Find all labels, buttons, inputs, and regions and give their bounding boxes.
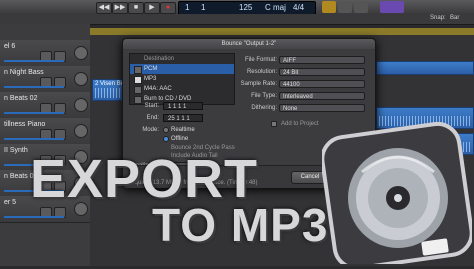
cpu-meter: [380, 1, 404, 13]
cycle-button[interactable]: [322, 1, 336, 13]
track-name: tillness Piano: [4, 121, 46, 128]
track-name: II Synth: [4, 147, 28, 154]
destination-mp3[interactable]: MP3: [130, 74, 234, 84]
track-name: el 6: [4, 43, 16, 50]
play-button[interactable]: ▶: [144, 2, 160, 14]
start-field[interactable]: 1 1 1 1: [163, 102, 203, 110]
audio-region[interactable]: [376, 61, 474, 75]
file-format-popup[interactable]: AIFF: [279, 56, 365, 64]
mode-label: Mode:: [142, 127, 159, 133]
destination-pcm[interactable]: PCM: [130, 64, 234, 74]
start-label: Start:: [144, 103, 159, 109]
stop-button[interactable]: ■: [128, 2, 144, 14]
lcd-display: 1 1 125 C maj 4/4: [178, 1, 316, 15]
volume-fader[interactable]: [4, 86, 64, 88]
snap-value[interactable]: Bar: [450, 15, 459, 21]
file-type-popup[interactable]: Interleaved: [279, 92, 365, 100]
tuner-button[interactable]: [338, 1, 352, 13]
offline-radio[interactable]: [163, 136, 169, 142]
sample-rate-popup[interactable]: 44100: [279, 80, 365, 88]
track-header[interactable]: el 6: [0, 40, 90, 67]
pan-knob[interactable]: [74, 46, 88, 60]
cycle-region[interactable]: [90, 28, 474, 35]
lcd-beat: 1: [201, 3, 206, 12]
end-field[interactable]: 25 1 1 1: [163, 114, 203, 122]
destination-list: Destination PCM MP3 M4A: AAC Burn to CD …: [129, 53, 235, 105]
lcd-signature: 4/4: [293, 3, 305, 12]
track-header[interactable]: n Beats 02: [0, 92, 90, 119]
destination-header: Destination: [144, 56, 175, 62]
snap-label: Snap:: [430, 15, 446, 21]
audio-region[interactable]: 2 Visen Beta 02: [92, 79, 137, 101]
forward-button[interactable]: ▶▶: [112, 2, 128, 14]
track-name: n Night Bass: [4, 69, 44, 76]
record-button[interactable]: ●: [160, 2, 176, 14]
dithering-label: Dithering:: [251, 105, 277, 111]
metronome-button[interactable]: [354, 1, 368, 13]
lcd-tempo: 125: [239, 3, 253, 12]
dithering-popup[interactable]: None: [279, 104, 365, 112]
track-header[interactable]: n Night Bass: [0, 66, 90, 93]
realtime-radio[interactable]: [163, 127, 169, 133]
transport-bar: ◀◀ ▶▶ ■ ▶ ● 1 1 125 C maj 4/4: [0, 0, 474, 15]
realtime-label: Realtime: [171, 127, 195, 133]
resolution-label: Resolution:: [246, 69, 277, 75]
volume-fader[interactable]: [4, 60, 64, 62]
sample-rate-label: Sample Rate:: [240, 81, 277, 87]
rewind-button[interactable]: ◀◀: [96, 2, 112, 14]
waveform: [95, 88, 121, 98]
checkbox[interactable]: [134, 86, 142, 94]
overlay-title-line2: TO MP3: [152, 199, 329, 251]
track-header[interactable]: tillness Piano: [0, 118, 90, 145]
offline-label: Offline: [171, 136, 189, 142]
file-type-label: File Type:: [251, 93, 277, 99]
add-to-project-checkbox[interactable]: [271, 121, 277, 127]
checkbox[interactable]: [134, 66, 142, 74]
destination-m4a[interactable]: M4A: AAC: [130, 84, 234, 94]
logic-pro-icon: [320, 121, 474, 269]
volume-fader[interactable]: [4, 112, 64, 114]
dialog-title: Bounce "Output 1-2": [123, 39, 375, 49]
checkbox[interactable]: [134, 76, 142, 84]
track-name: er 5: [4, 199, 17, 206]
track-list: el 6 n Night Bass n Beats 02 tillness Pi…: [0, 24, 90, 266]
end-label: End:: [146, 115, 159, 121]
track-name: n Beats 02: [4, 95, 38, 102]
pan-knob[interactable]: [74, 98, 88, 112]
lcd-key: C maj: [265, 3, 286, 12]
lcd-bar: 1: [185, 3, 190, 12]
volume-fader[interactable]: [4, 216, 64, 218]
file-format-label: File Format:: [244, 57, 277, 63]
pan-knob[interactable]: [74, 72, 88, 86]
resolution-popup[interactable]: 24 Bit: [279, 68, 365, 76]
volume-fader[interactable]: [4, 138, 64, 140]
pan-knob[interactable]: [74, 124, 88, 138]
add-to-project-label: Add to Project: [281, 121, 319, 127]
